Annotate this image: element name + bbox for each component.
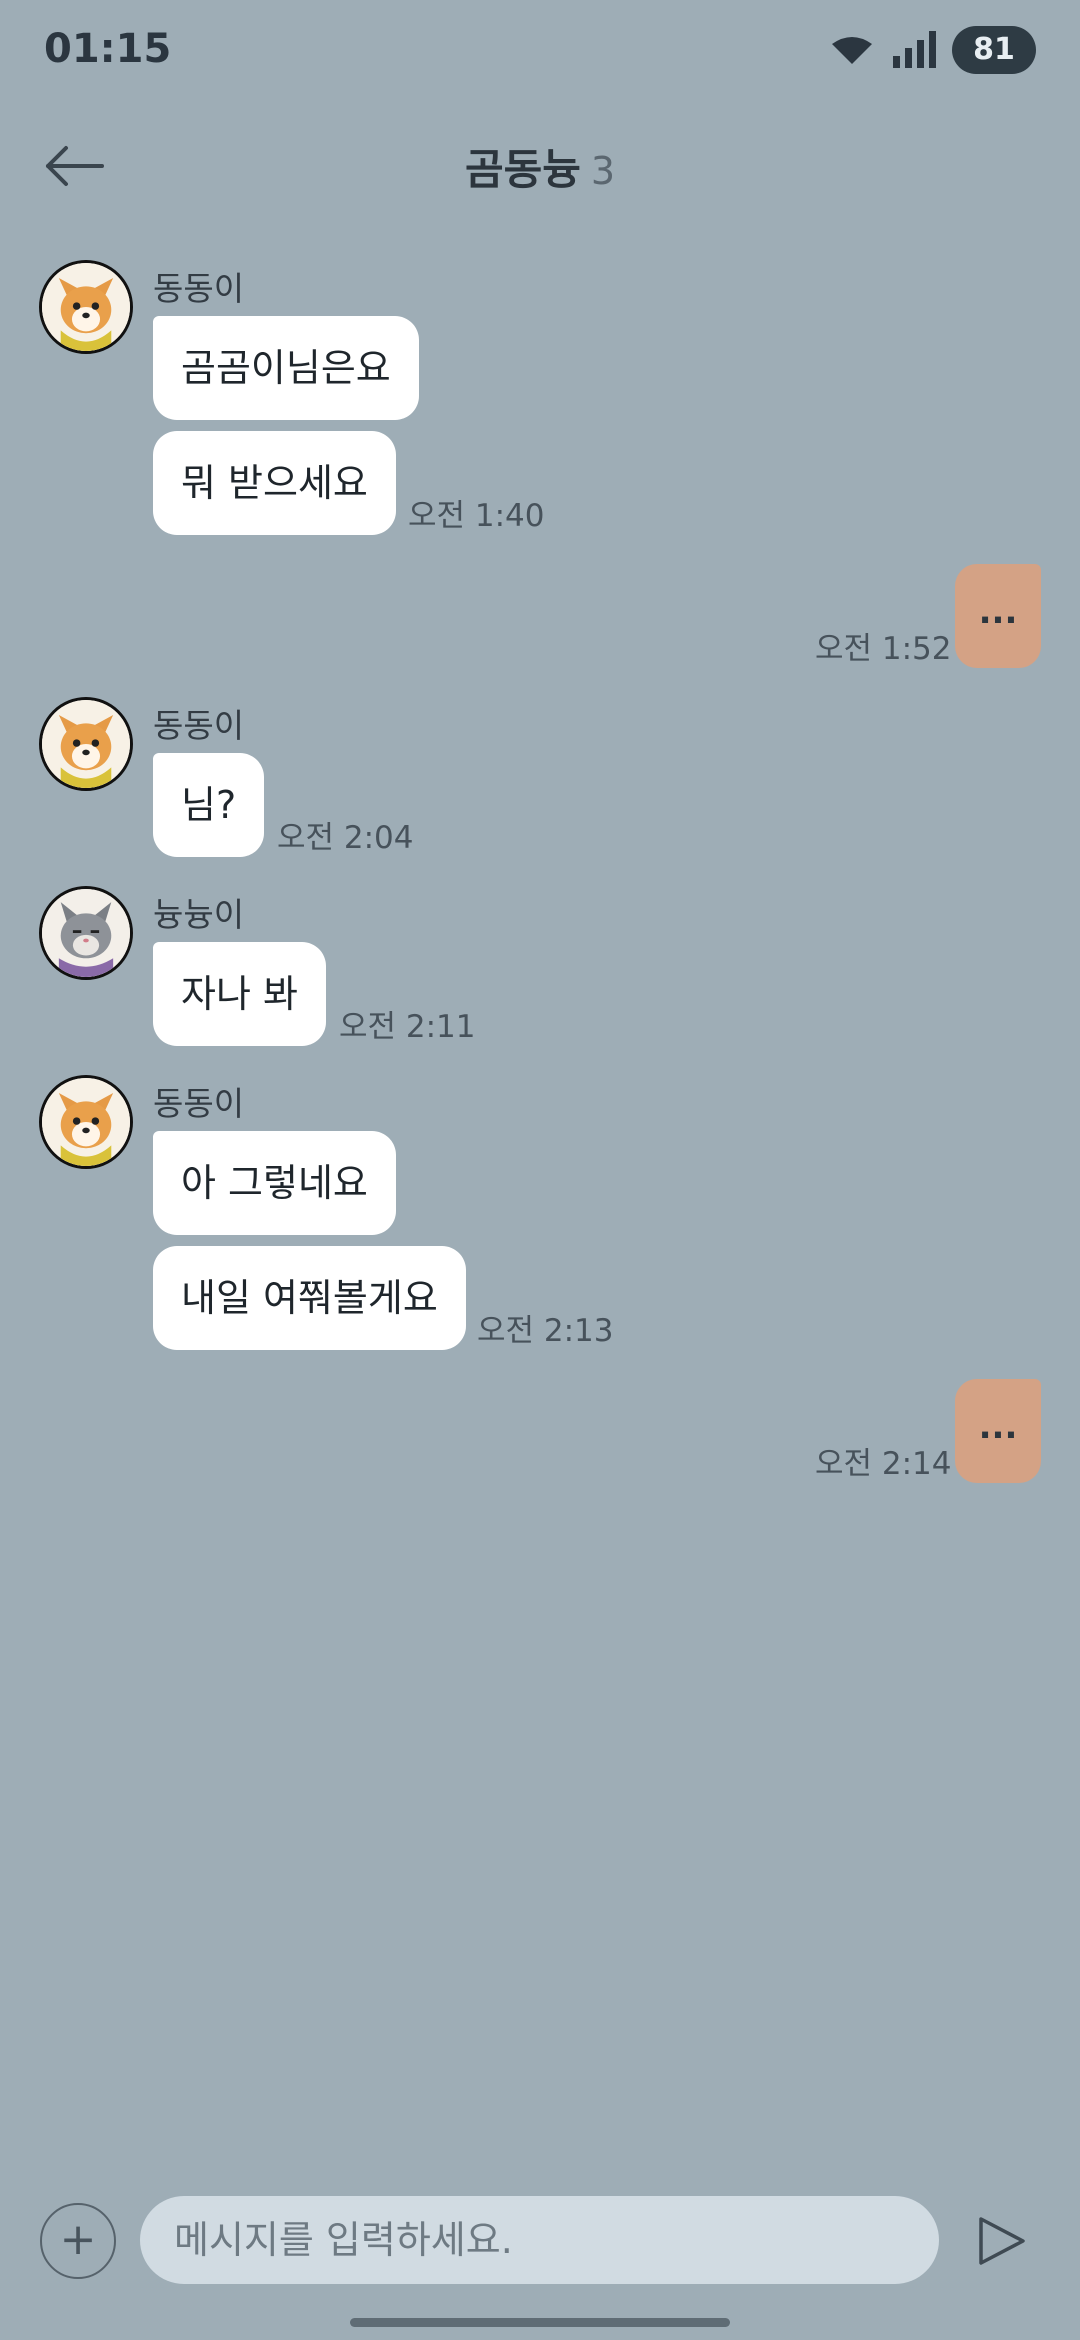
sender-name: 동동이 (153, 1084, 245, 1123)
message-time: 오전 2:04 (277, 820, 414, 856)
sender-name: 동동이 (153, 706, 245, 745)
chat-title-area: 곰동늉 3 (0, 136, 1080, 197)
message-input[interactable] (140, 2196, 939, 2284)
add-attachment-button[interactable]: + (40, 2203, 116, 2279)
send-icon[interactable] (975, 2215, 1027, 2267)
chat-header: 곰동늉 3 (0, 120, 1080, 210)
message-bubble[interactable]: 곰곰이님은요 (153, 316, 419, 420)
cat-avatar[interactable] (39, 886, 133, 980)
message-time: 오전 1:40 (408, 498, 545, 534)
message-time: 오전 2:14 (815, 1446, 952, 1482)
battery-badge: 81 (952, 26, 1036, 74)
message-bubble[interactable]: 님? (153, 753, 265, 857)
message-bubble[interactable]: 뭐 받으세요 (153, 431, 396, 535)
my-message-bubble[interactable]: ... (955, 564, 1041, 668)
corgi-avatar[interactable] (39, 697, 133, 791)
message-bubble[interactable]: 자나 봐 (153, 942, 326, 1046)
message-bubble[interactable]: 내일 여쭤볼게요 (153, 1246, 466, 1350)
home-indicator (350, 2318, 730, 2327)
message-time: 오전 2:13 (477, 1313, 614, 1349)
corgi-avatar[interactable] (39, 1075, 133, 1169)
status-time: 01:15 (44, 26, 172, 72)
message-time: 오전 1:52 (815, 631, 952, 667)
corgi-avatar[interactable] (39, 260, 133, 354)
wifi-icon (832, 37, 872, 64)
message-bubble[interactable]: 아 그렇네요 (153, 1131, 396, 1235)
sender-name: 늉늉이 (153, 895, 245, 934)
message-time: 오전 2:11 (339, 1009, 476, 1045)
status-bar: 01:15 81 (0, 0, 1080, 100)
my-message-bubble[interactable]: ... (955, 1379, 1041, 1483)
member-count: 3 (590, 149, 616, 193)
signal-icon (893, 31, 936, 68)
sender-name: 동동이 (153, 269, 245, 308)
page-title: 곰동늉 (464, 145, 581, 194)
